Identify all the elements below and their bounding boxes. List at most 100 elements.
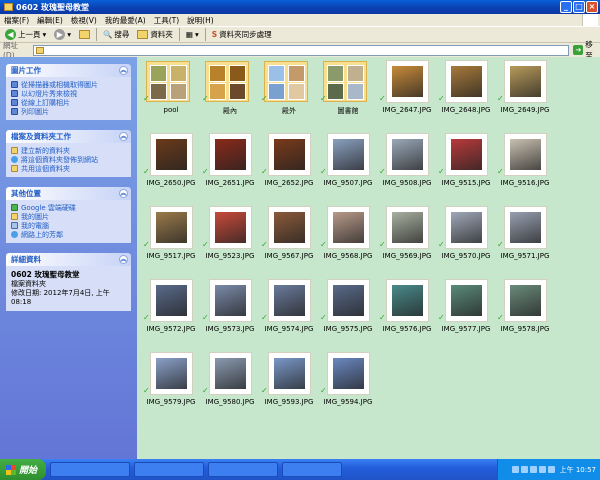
collapse-icon[interactable]: ︽ [119,255,128,264]
task-publish-web[interactable]: 將這個資料夾發佈到網站 [11,155,126,164]
photo-item[interactable]: ✓ IMG_9580.JPG [201,352,254,411]
folder-item[interactable]: ✓ 圖書館 [319,60,371,119]
place-my-computer[interactable]: 我的電腦 [11,221,126,230]
sync-check-icon: ✓ [261,240,268,249]
panel-header[interactable]: 詳細資料 ︽ [6,253,131,266]
folder-sync-button[interactable]: S 資料夾同步處理 [210,28,274,42]
photo-item[interactable]: ✓ IMG_2652.JPG [260,133,313,192]
menu-help[interactable]: 說明(H) [187,15,214,26]
place-my-pictures[interactable]: 我的圖片 [11,212,126,221]
address-input[interactable] [33,44,570,56]
photo-item[interactable]: ✓ IMG_2651.JPG [201,133,254,192]
menu-favorites[interactable]: 我的最愛(A) [105,15,146,26]
windows-logo-icon [582,14,598,26]
file-name: IMG_2651.JPG [205,179,255,187]
photo-item[interactable]: ✓ IMG_9515.JPG [437,133,490,192]
photo-item[interactable]: ✓ IMG_9570.JPG [437,206,490,265]
photo-image [510,285,541,316]
globe-icon [11,156,18,163]
place-google-drive[interactable]: Google 雲端硬碟 [11,203,126,212]
maximize-button[interactable]: □ [573,1,585,13]
photo-item[interactable]: ✓ IMG_2649.JPG [496,60,549,119]
menu-tools[interactable]: 工具(T) [154,15,179,26]
task-print-pictures[interactable]: 列印圖片 [11,107,126,116]
collapse-icon[interactable]: ︽ [119,132,128,141]
photo-item[interactable]: ✓ IMG_9571.JPG [496,206,549,265]
taskbar-item[interactable] [282,462,342,477]
task-get-pictures[interactable]: 從掃描器或相機取得圖片 [11,80,126,89]
collapse-icon[interactable]: ︽ [119,66,128,75]
folder-sync-label: 資料夾同步處理 [219,30,272,39]
close-button[interactable]: × [586,1,598,13]
tray-icon[interactable] [538,466,546,473]
start-button[interactable]: 開始 [0,459,46,480]
photo-item[interactable]: ✓ IMG_9517.JPG [142,206,195,265]
menu-file[interactable]: 檔案(F) [4,15,29,26]
taskbar-item[interactable] [208,462,278,477]
preview-image [327,83,344,100]
menu-bar: 檔案(F) 編輯(E) 檢視(V) 我的最愛(A) 工具(T) 說明(H) [0,14,600,26]
sync-check-icon: ✓ [379,94,386,103]
panel-header[interactable]: 檔案及資料夾工作 ︽ [6,130,131,143]
photo-item[interactable]: ✓ IMG_9573.JPG [201,279,254,338]
panel-header[interactable]: 其他位置 ︽ [6,187,131,200]
task-order-prints[interactable]: 從線上訂購相片 [11,98,126,107]
tray-icon[interactable] [511,466,519,473]
photo-item[interactable]: ✓ IMG_9508.JPG [378,133,431,192]
preview-image [229,65,246,82]
taskbar-item[interactable] [50,462,130,477]
tray-icon[interactable] [520,466,528,473]
task-share-folder[interactable]: 共用這個資料夾 [11,164,126,173]
photo-item[interactable]: ✓ IMG_2648.JPG [437,60,490,119]
up-folder-button[interactable] [77,28,92,42]
panel-header[interactable]: 圖片工作 ︽ [6,64,131,77]
file-name: IMG_9573.JPG [205,325,255,333]
menu-view[interactable]: 檢視(V) [71,15,97,26]
minimize-button[interactable]: _ [560,1,572,13]
search-button[interactable]: 🔍 搜尋 [101,28,131,42]
forward-button[interactable]: ▶ ▾ [52,28,73,42]
tray-icon[interactable] [529,466,537,473]
views-button[interactable]: ▦ ▾ [184,28,201,42]
photo-item[interactable]: ✓ IMG_9576.JPG [378,279,431,338]
task-slideshow[interactable]: 以幻燈片秀來檢視 [11,89,126,98]
folder-item[interactable]: ✓ 殿外 [260,60,312,119]
folder-thumbnail [205,61,249,102]
folders-button[interactable]: 資料夾 [135,28,175,42]
task-new-folder[interactable]: 建立新的資料夾 [11,146,126,155]
photo-item[interactable]: ✓ IMG_9575.JPG [319,279,372,338]
photo-item[interactable]: ✓ IMG_9594.JPG [319,352,372,411]
taskbar-item[interactable] [134,462,204,477]
photo-item[interactable]: ✓ IMG_9574.JPG [260,279,313,338]
photo-item[interactable]: ✓ IMG_9569.JPG [378,206,431,265]
preview-image [268,83,285,100]
photo-item[interactable]: ✓ IMG_2650.JPG [142,133,195,192]
folder-item[interactable]: ✓ pool [142,60,194,119]
file-name: IMG_9580.JPG [205,398,255,406]
sync-check-icon: ✓ [202,94,209,103]
photo-item[interactable]: ✓ IMG_9567.JPG [260,206,313,265]
place-network[interactable]: 網路上的芳鄰 [11,230,126,239]
menu-edit[interactable]: 編輯(E) [37,15,63,26]
photo-item[interactable]: ✓ IMG_9579.JPG [142,352,195,411]
tray-icon[interactable] [547,466,555,473]
photo-item[interactable]: ✓ IMG_9578.JPG [496,279,549,338]
file-name: IMG_2648.JPG [441,106,491,114]
panel-title: 檔案及資料夾工作 [11,132,71,141]
folder-item[interactable]: ✓ 殿內 [201,60,253,119]
photo-thumbnail [445,206,488,249]
photo-item[interactable]: ✓ IMG_9507.JPG [319,133,372,192]
photo-item[interactable]: ✓ IMG_9572.JPG [142,279,195,338]
photo-item[interactable]: ✓ IMG_2647.JPG [378,60,431,119]
photo-item[interactable]: ✓ IMG_9523.JPG [201,206,254,265]
photo-thumbnail [386,60,429,103]
photo-item[interactable]: ✓ IMG_9593.JPG [260,352,313,411]
folder-icon [11,213,18,220]
collapse-icon[interactable]: ︽ [119,189,128,198]
photo-item[interactable]: ✓ IMG_9516.JPG [496,133,549,192]
photo-thumbnail [386,133,429,176]
photo-item[interactable]: ✓ IMG_9577.JPG [437,279,490,338]
camera-icon [11,81,18,88]
photo-thumbnail [209,352,252,395]
photo-item[interactable]: ✓ IMG_9568.JPG [319,206,372,265]
